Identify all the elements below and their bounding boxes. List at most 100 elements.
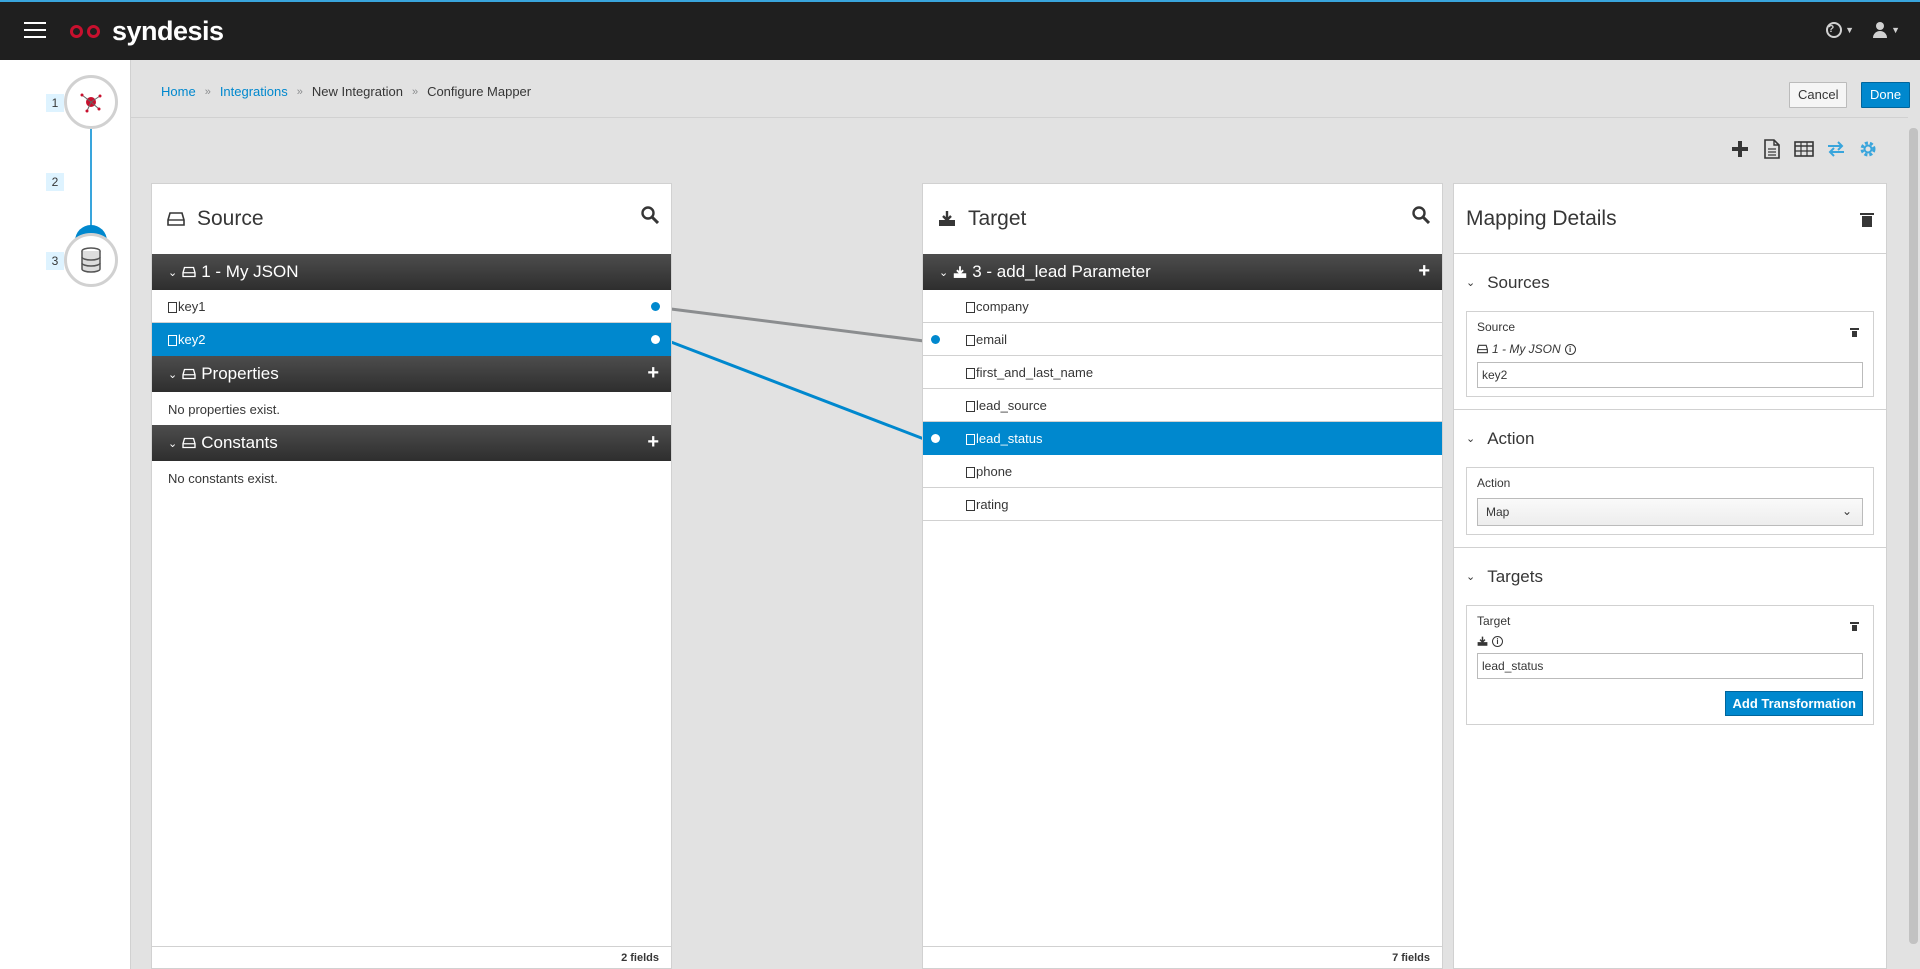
done-button[interactable]: Done	[1861, 82, 1911, 108]
app-name: syndesis	[112, 16, 224, 46]
top-navbar: syndesis ? ▼ ▼	[0, 0, 1920, 60]
mapping-details-title: Mapping Details	[1466, 206, 1617, 230]
search-icon[interactable]	[641, 206, 659, 224]
constants-title: Constants	[201, 433, 278, 452]
step-number-3: 3	[46, 252, 64, 270]
source-document-label: 1 - My JSON	[1492, 342, 1561, 356]
action-box: Action Map ⌄	[1466, 467, 1874, 535]
source-title: Source	[197, 207, 264, 230]
chevron-down-icon: ⌄	[1466, 277, 1476, 289]
document-icon[interactable]	[1762, 139, 1782, 159]
breadcrumb-integrations-link[interactable]: Integrations	[220, 84, 288, 99]
add-target-field-icon[interactable]: +	[1418, 260, 1430, 283]
target-field-row[interactable]: phone	[923, 455, 1442, 488]
remove-source-trash-icon[interactable]	[1850, 326, 1859, 337]
file-icon	[168, 334, 177, 346]
hamburger-menu-icon[interactable]	[24, 22, 46, 40]
breadcrumb-separator-icon: »	[204, 85, 211, 98]
breadcrumb-new-integration: New Integration	[311, 84, 403, 99]
mapped-indicator-icon	[651, 302, 660, 311]
constants-header[interactable]: ⌄ Constants +	[152, 425, 671, 461]
file-icon	[966, 334, 975, 346]
target-field-row-selected[interactable]: lead_status	[923, 422, 1442, 455]
mapping-line-key1-email	[670, 307, 925, 343]
source-document-header[interactable]: ⌄ 1 - My JSON	[152, 254, 671, 290]
delete-mapping-trash-icon[interactable]	[1860, 211, 1874, 227]
target-document-name: 3 - add_lead Parameter	[972, 262, 1151, 281]
page-scrollbar[interactable]	[1909, 128, 1918, 944]
target-field-name: phone	[976, 463, 1013, 479]
sources-section-header[interactable]: ⌄ Sources	[1454, 254, 1886, 311]
source-field-row-selected[interactable]: key2	[152, 323, 671, 356]
mapping-details-panel: Mapping Details ⌄ Sources Source 1 - My …	[1453, 183, 1887, 969]
targets-section-header[interactable]: ⌄ Targets	[1454, 548, 1886, 605]
action-section-title: Action	[1487, 428, 1535, 448]
action-select[interactable]: Map ⌄	[1477, 498, 1863, 526]
add-transformation-button[interactable]: Add Transformation	[1725, 691, 1863, 716]
gear-icon[interactable]	[1858, 139, 1878, 159]
drive-icon	[1477, 344, 1488, 354]
target-document-header[interactable]: ⌄ 3 - add_lead Parameter +	[923, 254, 1442, 290]
mapped-indicator-icon	[651, 335, 660, 344]
target-title: Target	[968, 207, 1027, 230]
source-field-name: key1	[178, 298, 206, 314]
file-icon	[966, 301, 975, 313]
search-icon[interactable]	[1412, 206, 1430, 224]
mapped-indicator-icon	[931, 434, 940, 443]
properties-header[interactable]: ⌄ Properties +	[152, 356, 671, 392]
drive-icon	[182, 437, 196, 449]
app-logo[interactable]: syndesis	[70, 16, 224, 47]
drive-icon	[182, 368, 196, 380]
target-field-name: rating	[976, 496, 1009, 512]
source-field-row[interactable]: key1	[152, 290, 671, 323]
remove-target-trash-icon[interactable]	[1850, 620, 1859, 631]
mapped-indicator-icon	[931, 335, 940, 344]
target-field-row[interactable]: email	[923, 323, 1442, 356]
target-field-name: lead_status	[976, 430, 1043, 446]
target-field-row[interactable]: company	[923, 290, 1442, 323]
add-property-icon[interactable]: +	[647, 362, 659, 385]
properties-empty-text: No properties exist.	[168, 402, 280, 417]
action-section-header[interactable]: ⌄ Action	[1454, 410, 1886, 467]
source-field-count: 2 fields	[152, 946, 671, 968]
info-icon[interactable]: i	[1492, 636, 1503, 647]
info-icon[interactable]: i	[1564, 343, 1576, 355]
sources-section-title: Sources	[1487, 272, 1550, 292]
file-icon	[966, 466, 975, 478]
target-field-row[interactable]: first_and_last_name	[923, 356, 1442, 389]
user-menu[interactable]: ▼	[1872, 22, 1900, 38]
breadcrumb-current: Configure Mapper	[427, 84, 532, 99]
user-icon	[1872, 22, 1888, 38]
target-field-name: email	[976, 331, 1008, 347]
chevron-down-icon: ⌄	[1466, 571, 1476, 583]
help-menu[interactable]: ? ▼	[1826, 22, 1854, 38]
connection-icon	[80, 93, 102, 113]
target-field-row[interactable]: rating	[923, 488, 1442, 521]
add-icon[interactable]	[1730, 139, 1750, 159]
chevron-down-icon: ▼	[1845, 25, 1855, 35]
target-field-input[interactable]	[1477, 653, 1863, 679]
step-3-button[interactable]	[64, 233, 118, 287]
source-field-input[interactable]	[1477, 362, 1863, 388]
download-icon	[953, 265, 967, 278]
target-download-icon	[939, 211, 955, 226]
target-field-count: 7 fields	[923, 946, 1442, 968]
target-mapping-box: Target i Add Transformation	[1466, 605, 1874, 725]
database-icon	[81, 247, 101, 273]
table-icon[interactable]	[1794, 139, 1814, 159]
source-drive-icon	[167, 212, 185, 226]
chevron-down-icon: ⌄	[939, 266, 949, 279]
integration-steps-sidebar: 1 2 3	[0, 60, 131, 969]
breadcrumb-home-link[interactable]: Home	[161, 84, 196, 99]
file-icon	[966, 433, 975, 445]
step-1-button[interactable]	[64, 75, 118, 129]
breadcrumb-separator-icon: »	[296, 85, 303, 98]
constants-empty-text: No constants exist.	[168, 471, 278, 486]
chevron-down-icon: ▼	[1891, 25, 1900, 35]
add-constant-icon[interactable]: +	[647, 431, 659, 454]
source-document-name: 1 - My JSON	[201, 262, 299, 281]
arrows-icon[interactable]	[1826, 139, 1846, 159]
cancel-button[interactable]: Cancel	[1789, 82, 1848, 108]
target-field-row[interactable]: lead_source	[923, 389, 1442, 422]
properties-title: Properties	[201, 364, 279, 383]
